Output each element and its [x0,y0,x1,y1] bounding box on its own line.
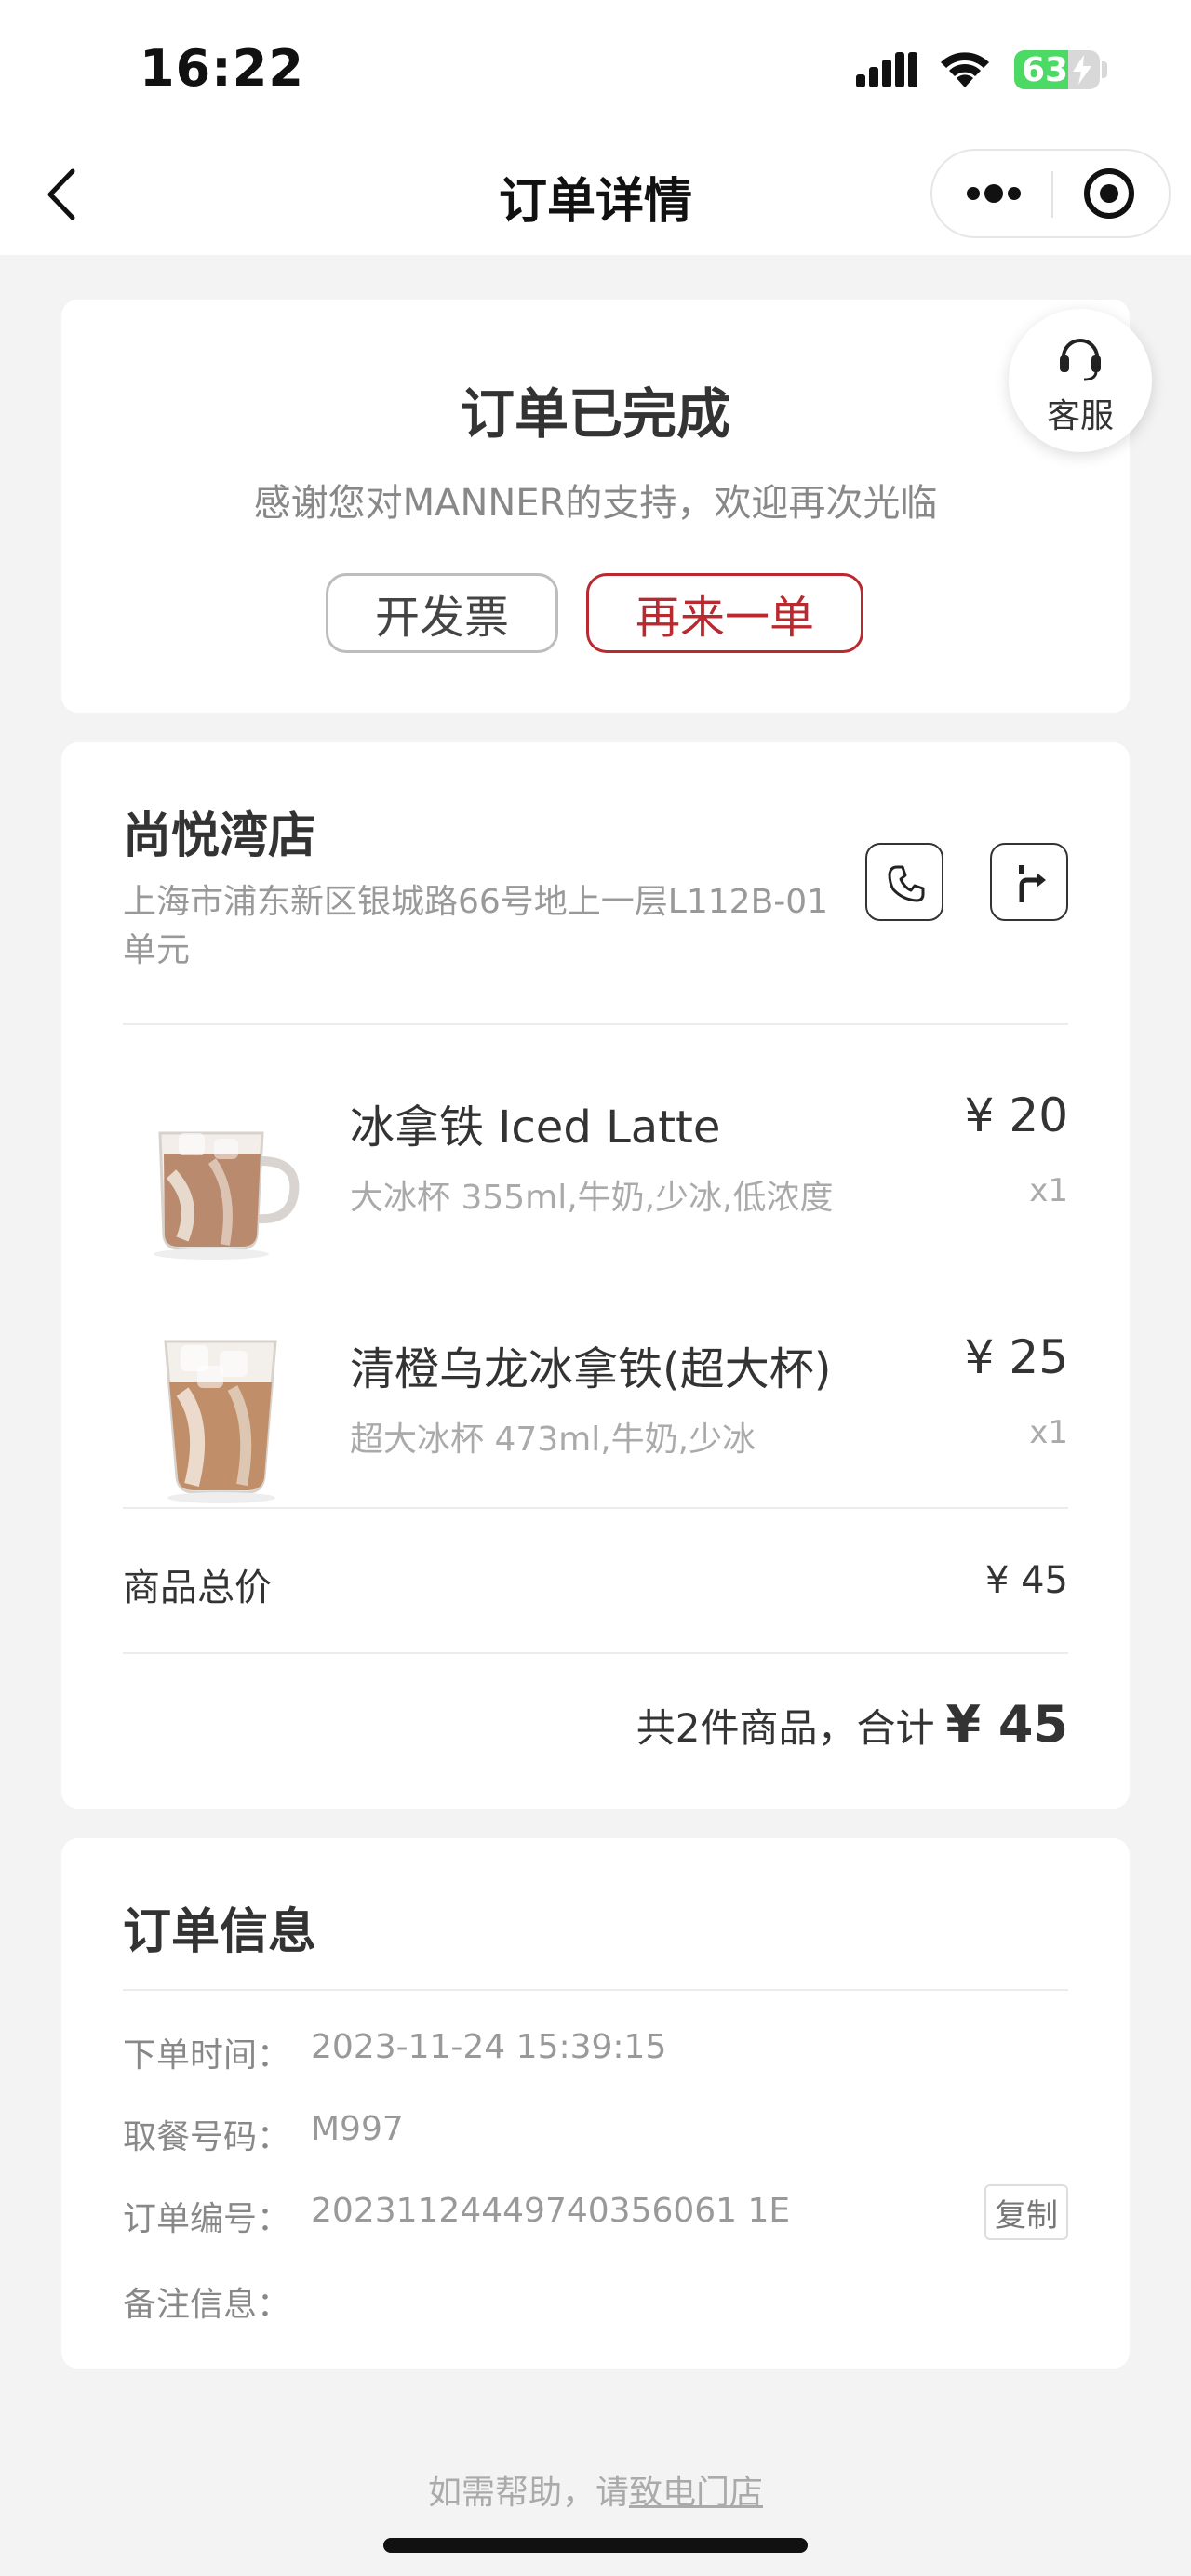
battery-cap [1102,61,1107,78]
home-indicator [383,2538,808,2553]
divider [123,1023,1068,1025]
customer-service-button[interactable]: 客服 [1009,309,1152,452]
product-price: ¥ 25 [964,1330,1068,1384]
divider [123,1989,1068,1991]
phone-icon [888,865,925,902]
product-image-iced-oolong-latte [123,1314,318,1509]
store-card: 尚悦湾店 上海市浦东新区银城路66号地上一层L112B-01单元 冰拿铁 Ice… [61,742,1130,1809]
nav-bar: 订单详情 [0,140,1191,255]
remarks-row: 备注信息： [123,2270,1068,2329]
info-label: 取餐号码： [123,2118,291,2156]
cellular-signal-icon [856,52,917,87]
order-info-title: 订单信息 [123,1904,317,1960]
battery-level: 63 [1022,51,1069,89]
store-name: 尚悦湾店 [123,808,317,864]
more-dots-icon[interactable] [932,151,1051,236]
order-number-row: 订单编号： 20231124449740356061 1E 复制 [123,2184,1068,2244]
order-number: 20231124449740356061 1E [311,2192,791,2230]
navigate-button[interactable] [990,843,1068,921]
pickup-number: M997 [311,2110,404,2148]
product-image-iced-latte [123,1072,318,1267]
product-name: 冰拿铁 Iced Latte [350,1101,721,1154]
reorder-button[interactable]: 再来一单 [586,573,863,653]
store-address: 上海市浦东新区银城路66号地上一层L112B-01单元 [123,883,829,969]
navigate-arrow-icon [1019,865,1046,902]
product-quantity: x1 [1029,1414,1068,1451]
subtotal-label: 商品总价 [123,1567,272,1609]
subtotal-value: ¥ 45 [984,1559,1068,1602]
call-store-link[interactable]: 致电门店 [629,2474,763,2512]
help-text: 如需帮助，请致电门店 [0,2465,1191,2514]
info-label: 备注信息： [123,2286,291,2324]
divider [123,1652,1068,1654]
product-quantity: x1 [1029,1172,1068,1209]
order-summary: 共2件商品，合计 ¥ 45 [636,1695,1068,1754]
info-label: 下单时间： [123,2036,291,2075]
order-status-title: 订单已完成 [460,382,730,446]
order-time-row: 下单时间： 2023-11-24 15:39:15 [123,2021,1068,2080]
divider [123,1507,1068,1509]
battery-indicator: 63 [1014,50,1100,89]
charging-bolt-icon [1073,55,1091,85]
headset-icon [1060,339,1101,381]
product-item: 冰拿铁 Iced Latte 大冰杯 355ml,牛奶,少冰,低浓度 ¥ 20 … [123,1072,1068,1276]
order-status-subtitle: 感谢您对MANNER的支持，欢迎再次光临 [253,482,938,525]
customer-service-label: 客服 [1046,397,1114,435]
status-bar: 16:22 63 [0,0,1191,140]
target-close-icon[interactable] [1053,151,1169,236]
pickup-number-row: 取餐号码： M997 [123,2102,1068,2162]
product-specs: 大冰杯 355ml,牛奶,少冰,低浓度 [350,1179,834,1217]
order-time: 2023-11-24 15:39:15 [311,2028,667,2066]
summary-amount: ¥ 45 [945,1695,1068,1754]
product-specs: 超大冰杯 473ml,牛奶,少冰 [350,1421,756,1459]
call-store-button[interactable] [865,843,943,921]
order-status-card: 订单已完成 感谢您对MANNER的支持，欢迎再次光临 开发票 再来一单 [61,300,1130,713]
wifi-icon [941,52,989,87]
invoice-button[interactable]: 开发票 [326,573,558,653]
help-prefix: 如需帮助，请 [427,2474,629,2512]
copy-order-number-button[interactable]: 复制 [984,2184,1068,2240]
product-item: 清橙乌龙冰拿铁(超大杯) 超大冰杯 473ml,牛奶,少冰 ¥ 25 x1 [123,1314,1068,1518]
info-label: 订单编号： [123,2200,291,2238]
status-time: 16:22 [140,39,304,98]
summary-text: 共2件商品，合计 [636,1705,935,1751]
product-name: 清橙乌龙冰拿铁(超大杯) [350,1343,832,1395]
product-price: ¥ 20 [964,1088,1068,1142]
order-info-card: 订单信息 下单时间： 2023-11-24 15:39:15 取餐号码： M99… [61,1838,1130,2369]
mini-program-capsule [930,149,1171,238]
